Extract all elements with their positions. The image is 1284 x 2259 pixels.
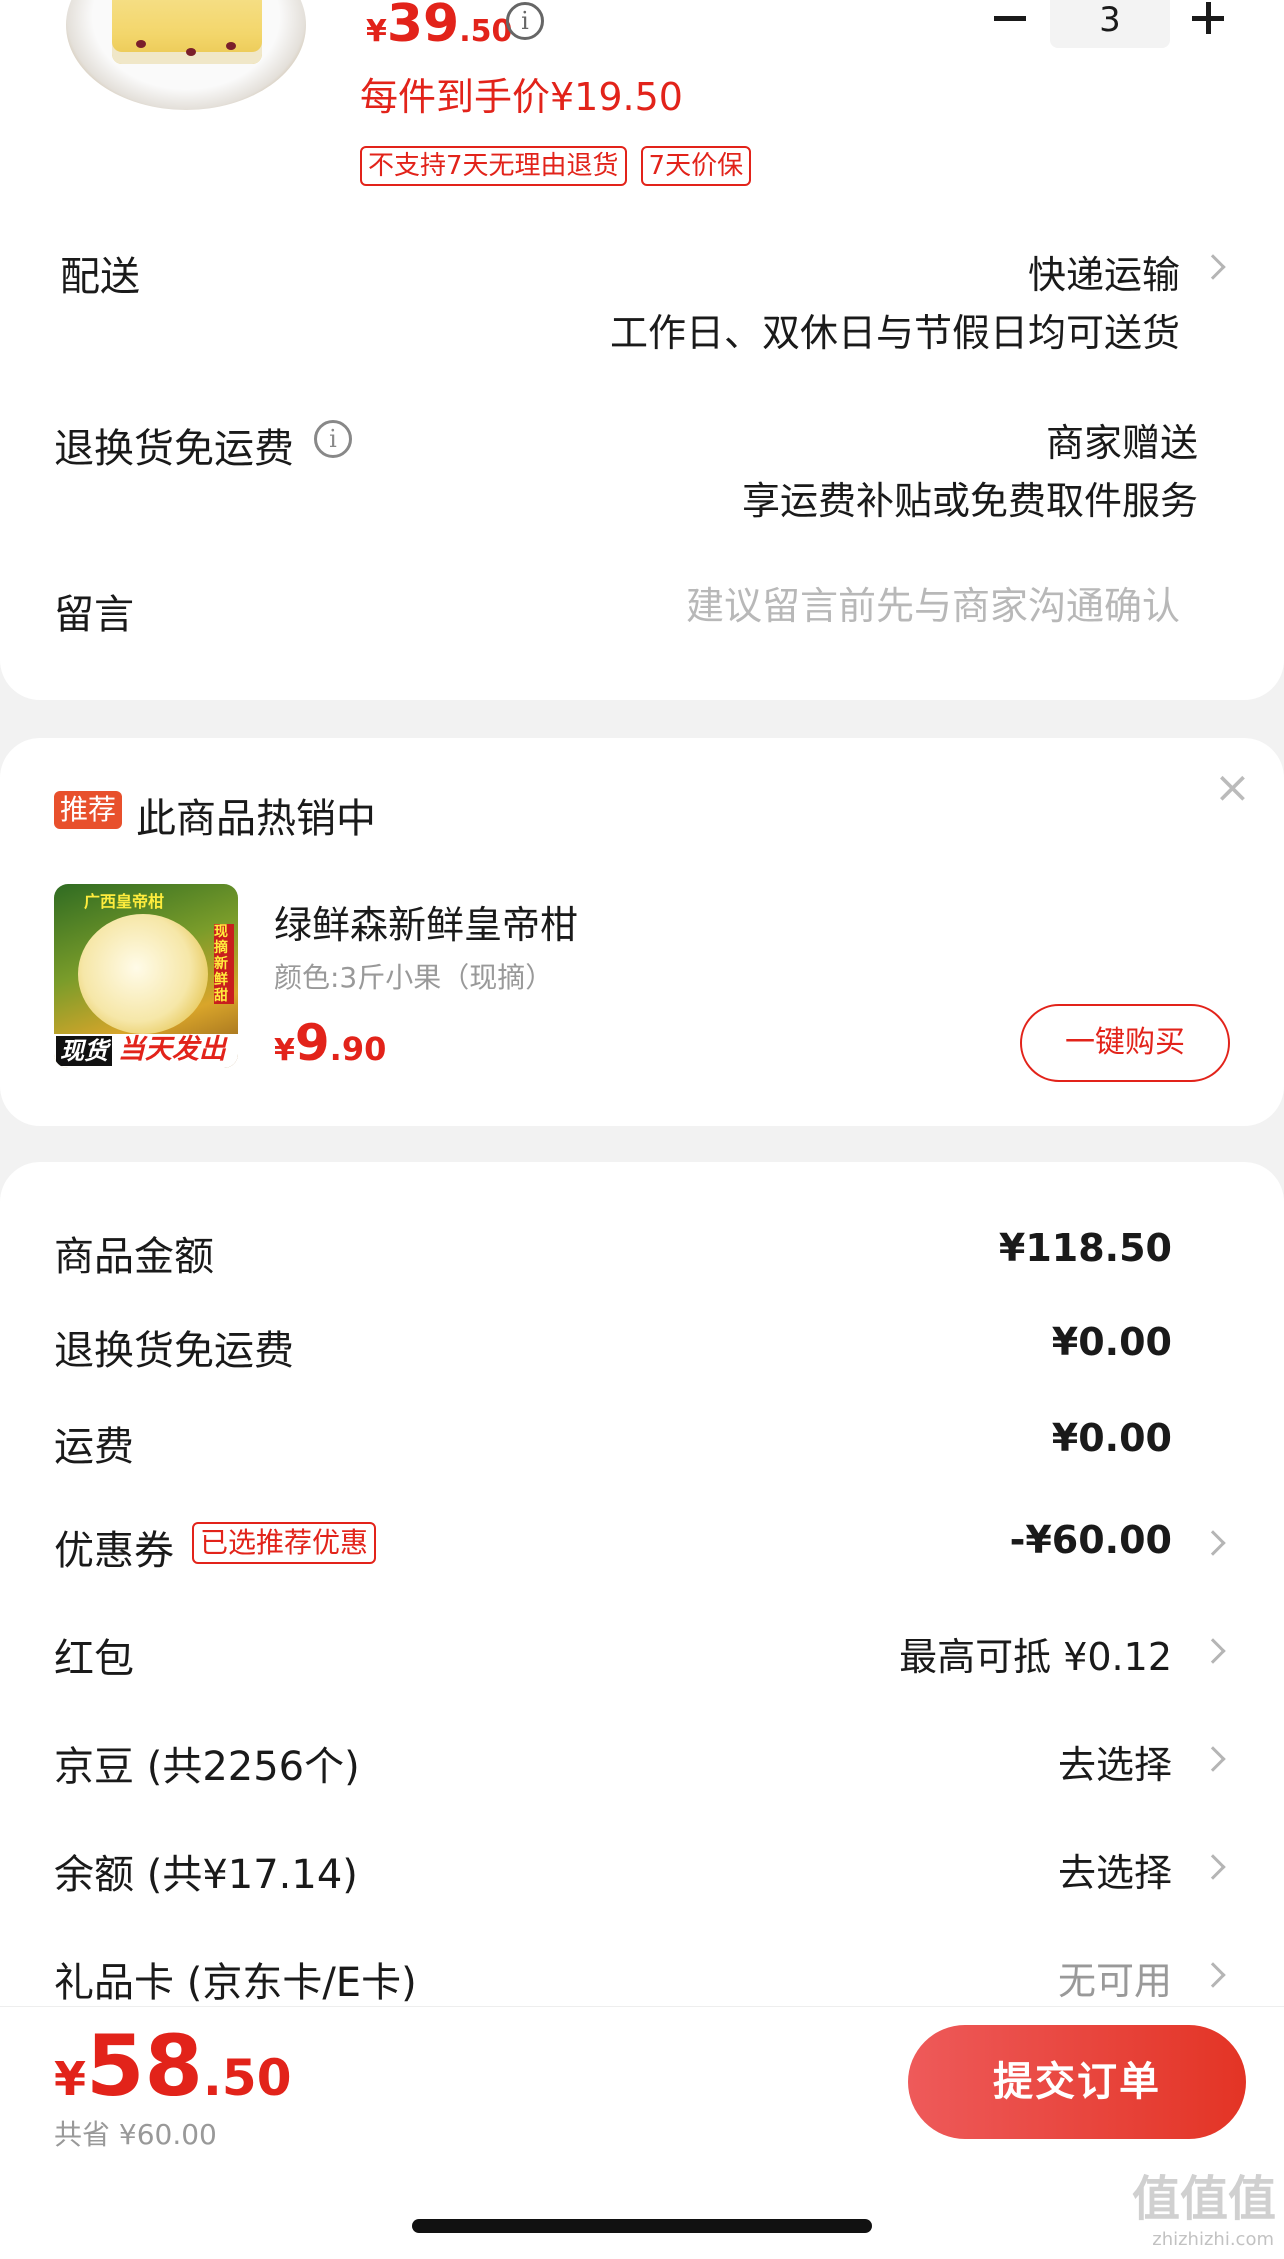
- quantity-minus-button[interactable]: [990, 0, 1032, 42]
- recommend-product-spec: 颜色:3斤小果（现摘）: [274, 961, 554, 994]
- product-price: ¥39.50: [366, 0, 512, 54]
- home-indicator: [412, 2219, 872, 2233]
- delivery-chevron-icon[interactable]: [1200, 254, 1226, 280]
- berry-dot: [186, 48, 196, 56]
- total-saved: 共省 ¥60.00: [54, 2118, 217, 2151]
- product-tags: 不支持7天无理由退货 7天价保: [360, 146, 752, 186]
- watermark-url: zhizhizhi.com: [1152, 2229, 1274, 2250]
- jingdou-chevron-icon[interactable]: [1200, 1746, 1226, 1772]
- price-integer: 58: [86, 2017, 203, 2115]
- plus-icon-v: [1206, 2, 1211, 34]
- price-integer: 39: [386, 0, 460, 54]
- price-decimal: .50: [202, 2049, 292, 2107]
- total-price: ¥58.50: [54, 2017, 292, 2115]
- image-side-text: 现摘 新鲜甜: [214, 924, 234, 1004]
- coupon-chevron-icon[interactable]: [1200, 1530, 1226, 1556]
- giftcard-label: 礼品卡 (京东卡/E卡): [54, 1960, 417, 2006]
- image-right-text: 当天发出: [118, 1034, 226, 1065]
- summary-row-label: 退换货免运费: [54, 1328, 294, 1374]
- giftcard-chevron-icon[interactable]: [1200, 1962, 1226, 1988]
- recommend-badge: 推荐: [54, 791, 123, 829]
- currency-symbol: ¥: [54, 2052, 87, 2106]
- redpacket-value[interactable]: 最高可抵 ¥0.12: [899, 1626, 1172, 1681]
- recommend-product-price: ¥9.90: [274, 1014, 386, 1072]
- recommend-product-image[interactable]: 广西皇帝柑 现摘 新鲜甜 现货 当天发出: [54, 884, 238, 1068]
- price-info-icon[interactable]: i: [506, 2, 544, 40]
- balance-chevron-icon[interactable]: [1200, 1854, 1226, 1880]
- berry-dot: [136, 40, 146, 48]
- return-shipping-value: 商家赠送: [1045, 421, 1198, 465]
- delivery-note: 工作日、双休日与节假日均可送货: [609, 311, 1180, 355]
- berry-dot: [226, 42, 236, 50]
- orange-shape: [78, 914, 208, 1034]
- coupon-tag: 已选推荐优惠: [192, 1522, 377, 1564]
- price-integer: 9: [294, 1014, 330, 1072]
- redpacket-chevron-icon[interactable]: [1200, 1638, 1226, 1664]
- return-shipping-label: 退换货免运费: [54, 426, 294, 472]
- image-left-text: 现货: [56, 1036, 112, 1066]
- balance-value[interactable]: 去选择: [1058, 1842, 1172, 1897]
- minus-icon: [994, 16, 1026, 21]
- currency-symbol: ¥: [366, 14, 387, 49]
- currency-symbol: ¥: [274, 1033, 295, 1068]
- message-label: 留言: [54, 592, 134, 638]
- balance-label: 余额 (共¥17.14): [54, 1852, 358, 1898]
- return-shipping-info-icon[interactable]: i: [314, 420, 352, 458]
- summary-row-label: 运费: [54, 1424, 134, 1470]
- watermark-logo: 值值值: [1131, 2171, 1276, 2227]
- checkout-bar: ¥58.50 共省 ¥60.00 提交订单 值值值 zhizhizhi.com: [0, 2006, 1284, 2259]
- no-return-tag: 不支持7天无理由退货: [360, 146, 627, 186]
- coupon-value[interactable]: -¥60.00: [1010, 1518, 1172, 1562]
- order-item-card: ¥39.50 i 每件到手价¥19.50 不支持7天无理由退货 7天价保 3 配…: [0, 0, 1284, 700]
- quantity-plus-button[interactable]: [1188, 0, 1230, 42]
- per-item-price: 每件到手价¥19.50: [360, 75, 683, 119]
- delivery-method[interactable]: 快递运输: [1028, 244, 1180, 299]
- jingdou-label: 京豆 (共2256个): [54, 1744, 360, 1790]
- close-icon[interactable]: ×: [1214, 766, 1251, 810]
- jingdou-value[interactable]: 去选择: [1058, 1734, 1172, 1789]
- price-decimal: .90: [329, 1030, 387, 1068]
- product-image[interactable]: [66, 0, 316, 120]
- one-click-buy-button[interactable]: 一键购买: [1020, 1004, 1230, 1082]
- recommend-title: 此商品热销中: [136, 796, 376, 842]
- recommend-card: 推荐 此商品热销中 × 广西皇帝柑 现摘 新鲜甜 现货 当天发出 绿鲜森新鲜皇帝…: [0, 738, 1284, 1126]
- delivery-label: 配送: [60, 254, 140, 300]
- summary-row-label: 商品金额: [54, 1234, 214, 1280]
- submit-order-button[interactable]: 提交订单: [908, 2025, 1246, 2139]
- message-input[interactable]: [620, 576, 1180, 636]
- price-decimal: .50: [459, 14, 513, 49]
- summary-row-value: ¥0.00: [1051, 1320, 1172, 1364]
- price-protect-tag: 7天价保: [640, 146, 752, 186]
- summary-row-value: ¥118.50: [998, 1226, 1172, 1270]
- return-shipping-note: 享运费补贴或免费取件服务: [741, 479, 1198, 523]
- summary-row-value: ¥0.00: [1051, 1416, 1172, 1460]
- giftcard-value: 无可用: [1057, 1959, 1172, 2003]
- quantity-input[interactable]: 3: [1050, 0, 1170, 48]
- image-top-text: 广西皇帝柑: [84, 892, 165, 911]
- redpacket-label: 红包: [54, 1636, 134, 1682]
- recommend-product-name[interactable]: 绿鲜森新鲜皇帝柑: [274, 894, 578, 949]
- coupon-label: 优惠券: [54, 1528, 174, 1574]
